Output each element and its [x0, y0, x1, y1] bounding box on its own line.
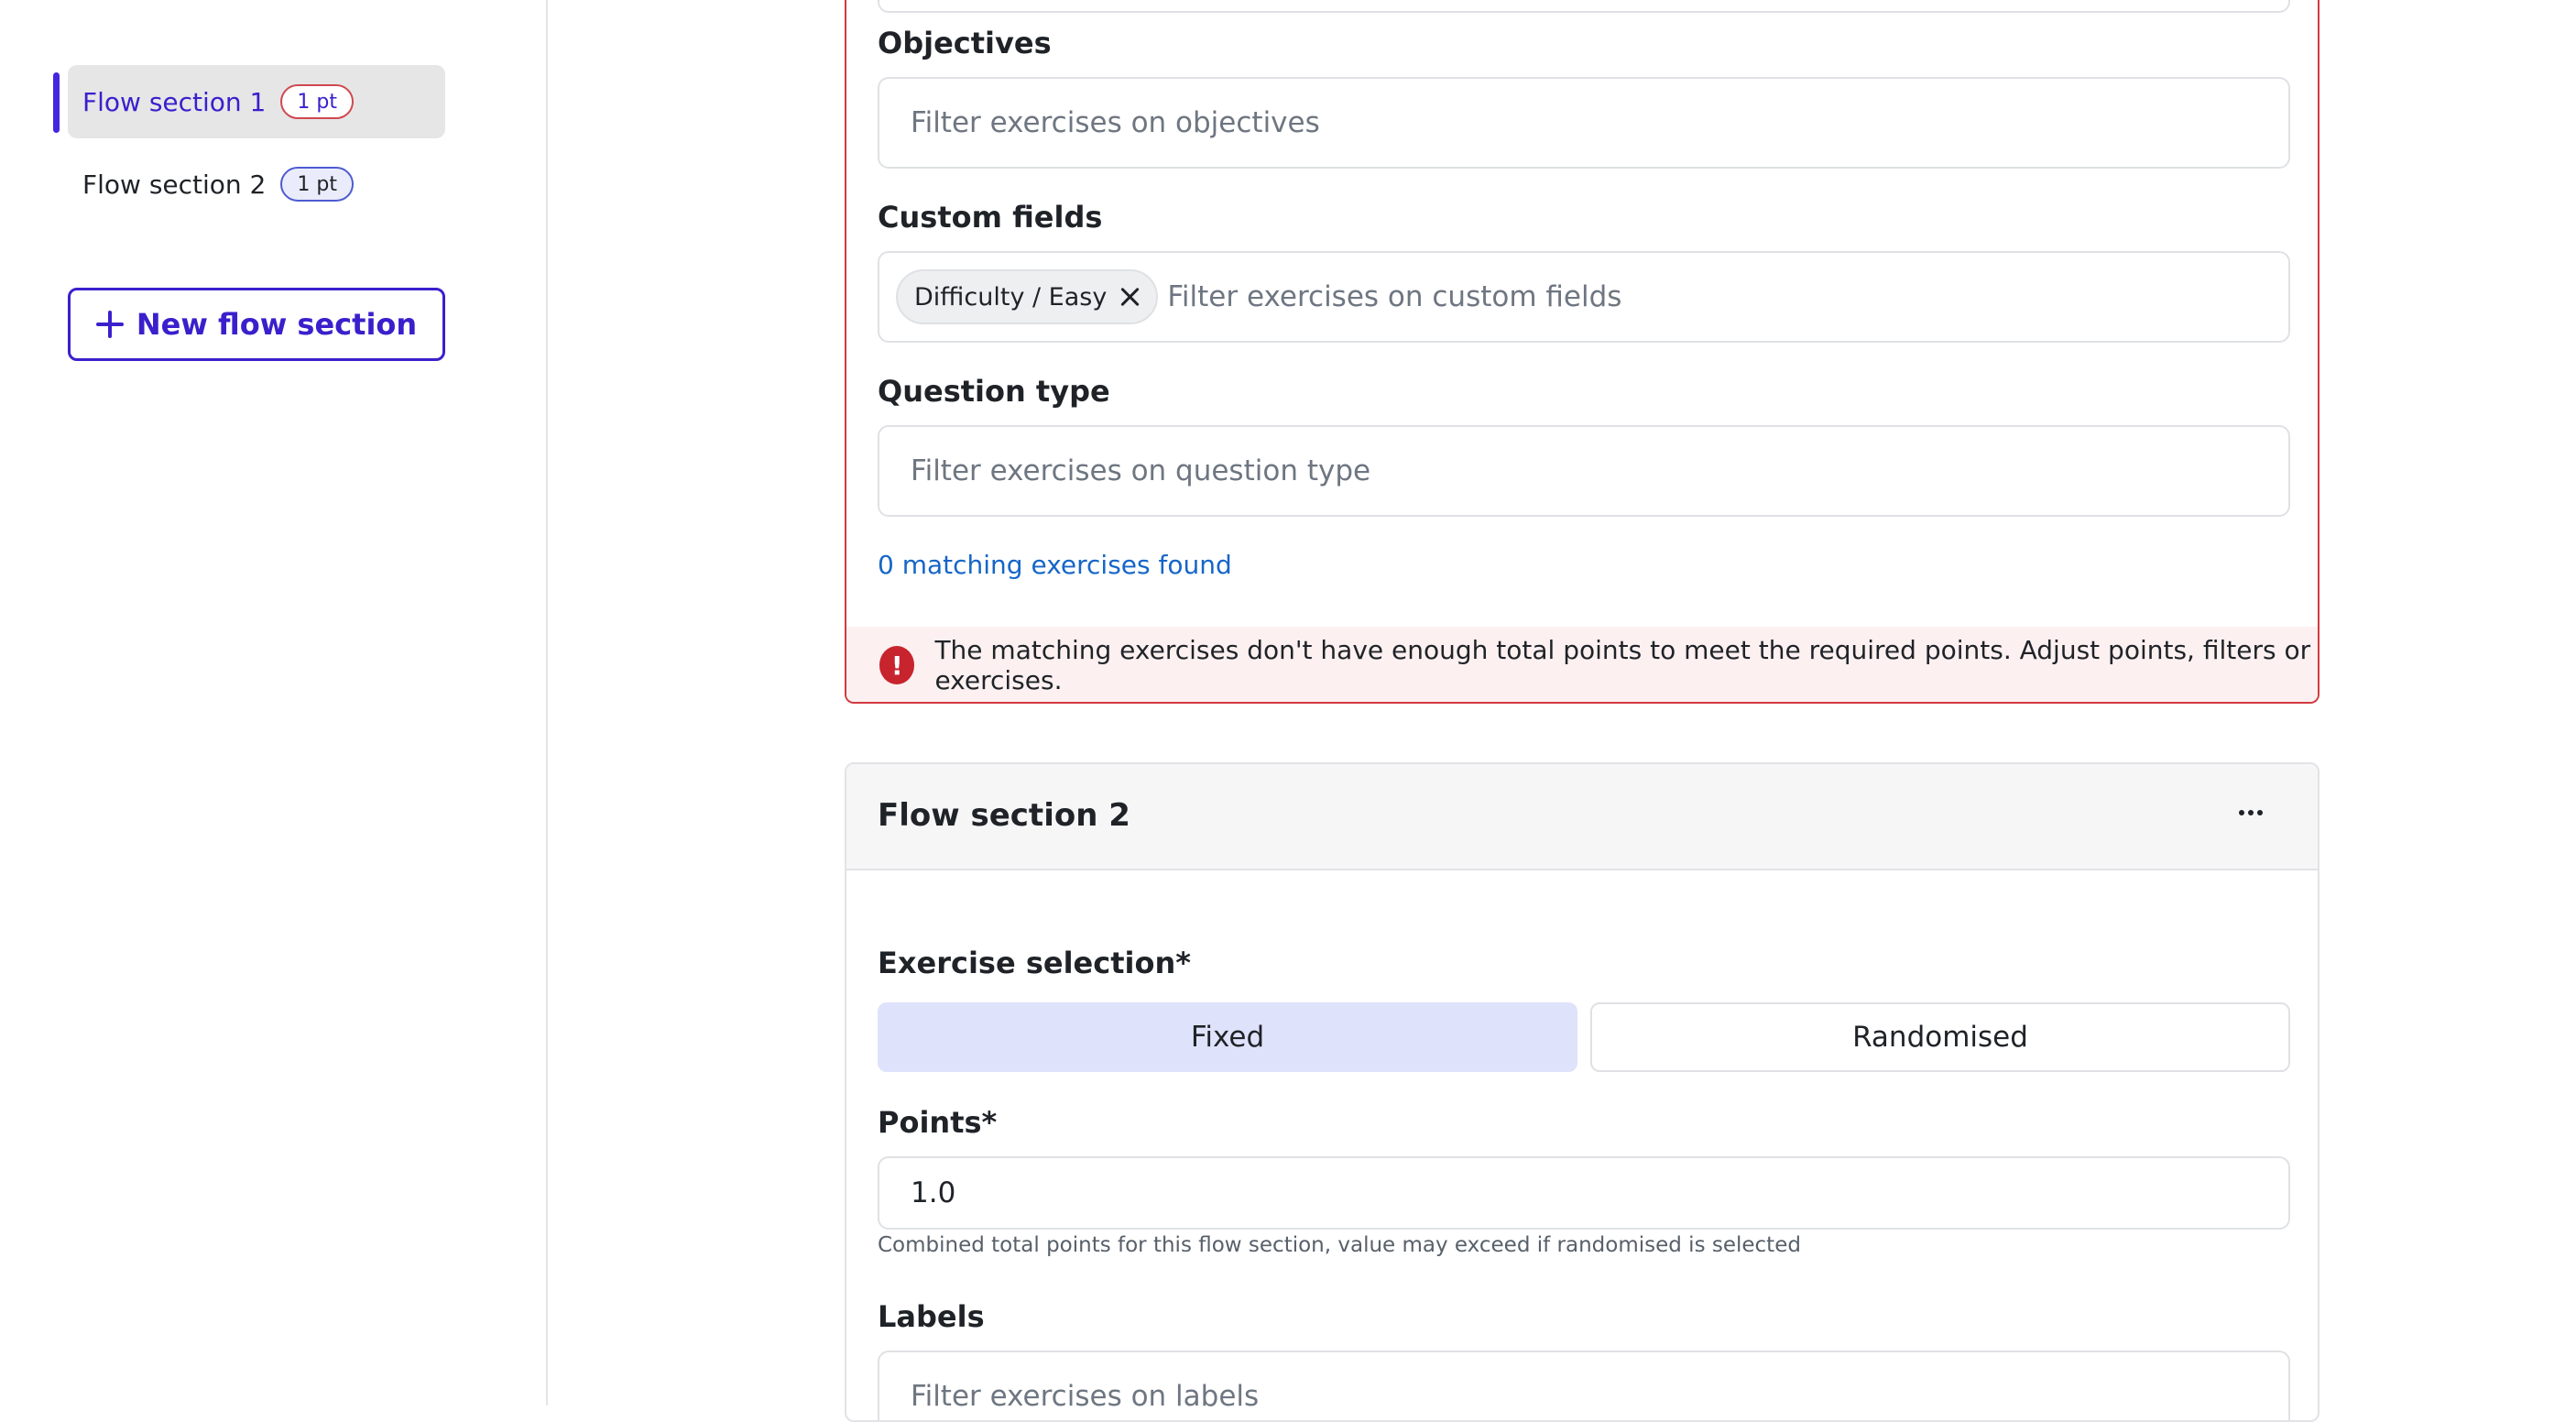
objectives-input[interactable]: Filter exercises on objectives — [878, 77, 2290, 169]
randomised-option[interactable]: Randomised — [1590, 1002, 2290, 1072]
new-flow-section-button[interactable]: New flow section — [68, 288, 445, 361]
objectives-label: Objectives — [878, 26, 1052, 60]
custom-fields-label: Custom fields — [878, 200, 1103, 235]
labels-label: Labels — [878, 1299, 985, 1334]
error-banner: ! The matching exercises don't have enou… — [846, 627, 2318, 702]
points-badge: 1 pt — [280, 167, 354, 202]
previous-field-edge — [878, 0, 2290, 13]
matching-exercises-link[interactable]: 0 matching exercises found — [878, 550, 1232, 580]
exercise-selection-label: Exercise selection* — [878, 946, 1191, 980]
card-header: Flow section 2 — [846, 764, 2318, 870]
plus-icon — [95, 311, 124, 338]
chip-label: Difficulty / Easy — [914, 282, 1108, 312]
flow-section-2-card: Flow section 2 Exercise selection* Fixed… — [845, 762, 2319, 1422]
points-badge: 1 pt — [280, 84, 354, 119]
new-flow-section-label: New flow section — [136, 307, 418, 342]
error-message: The matching exercises don't have enough… — [934, 635, 2311, 695]
fixed-option[interactable]: Fixed — [878, 1002, 1577, 1072]
points-hint: Combined total points for this flow sect… — [878, 1233, 1801, 1257]
flow-section-1-card: Objectives Filter exercises on objective… — [845, 0, 2319, 704]
active-indicator — [53, 72, 60, 133]
custom-fields-placeholder: Filter exercises on custom fields — [1167, 280, 1622, 313]
sidebar-item-flow-section-1[interactable]: Flow section 1 1 pt — [68, 65, 445, 138]
flow-sections-sidebar: Flow section 1 1 pt Flow section 2 1 pt … — [0, 0, 548, 1406]
question-type-input[interactable]: Filter exercises on question type — [878, 425, 2290, 517]
sidebar-item-flow-section-2[interactable]: Flow section 2 1 pt — [68, 148, 445, 221]
sidebar-item-label: Flow section 2 — [82, 169, 267, 200]
labels-input[interactable]: Filter exercises on labels — [878, 1351, 2290, 1420]
question-type-label: Question type — [878, 374, 1110, 409]
custom-fields-input[interactable]: Difficulty / Easy Filter exercises on cu… — [878, 251, 2290, 343]
error-icon: ! — [879, 646, 915, 684]
sidebar-item-label: Flow section 1 — [82, 86, 267, 117]
more-options-icon[interactable] — [2239, 810, 2263, 815]
filter-chip: Difficulty / Easy — [896, 269, 1159, 324]
remove-chip-icon[interactable] — [1119, 287, 1140, 307]
points-label: Points* — [878, 1105, 998, 1140]
section-title: Flow section 2 — [878, 797, 1130, 834]
points-input[interactable]: 1.0 — [878, 1156, 2290, 1230]
